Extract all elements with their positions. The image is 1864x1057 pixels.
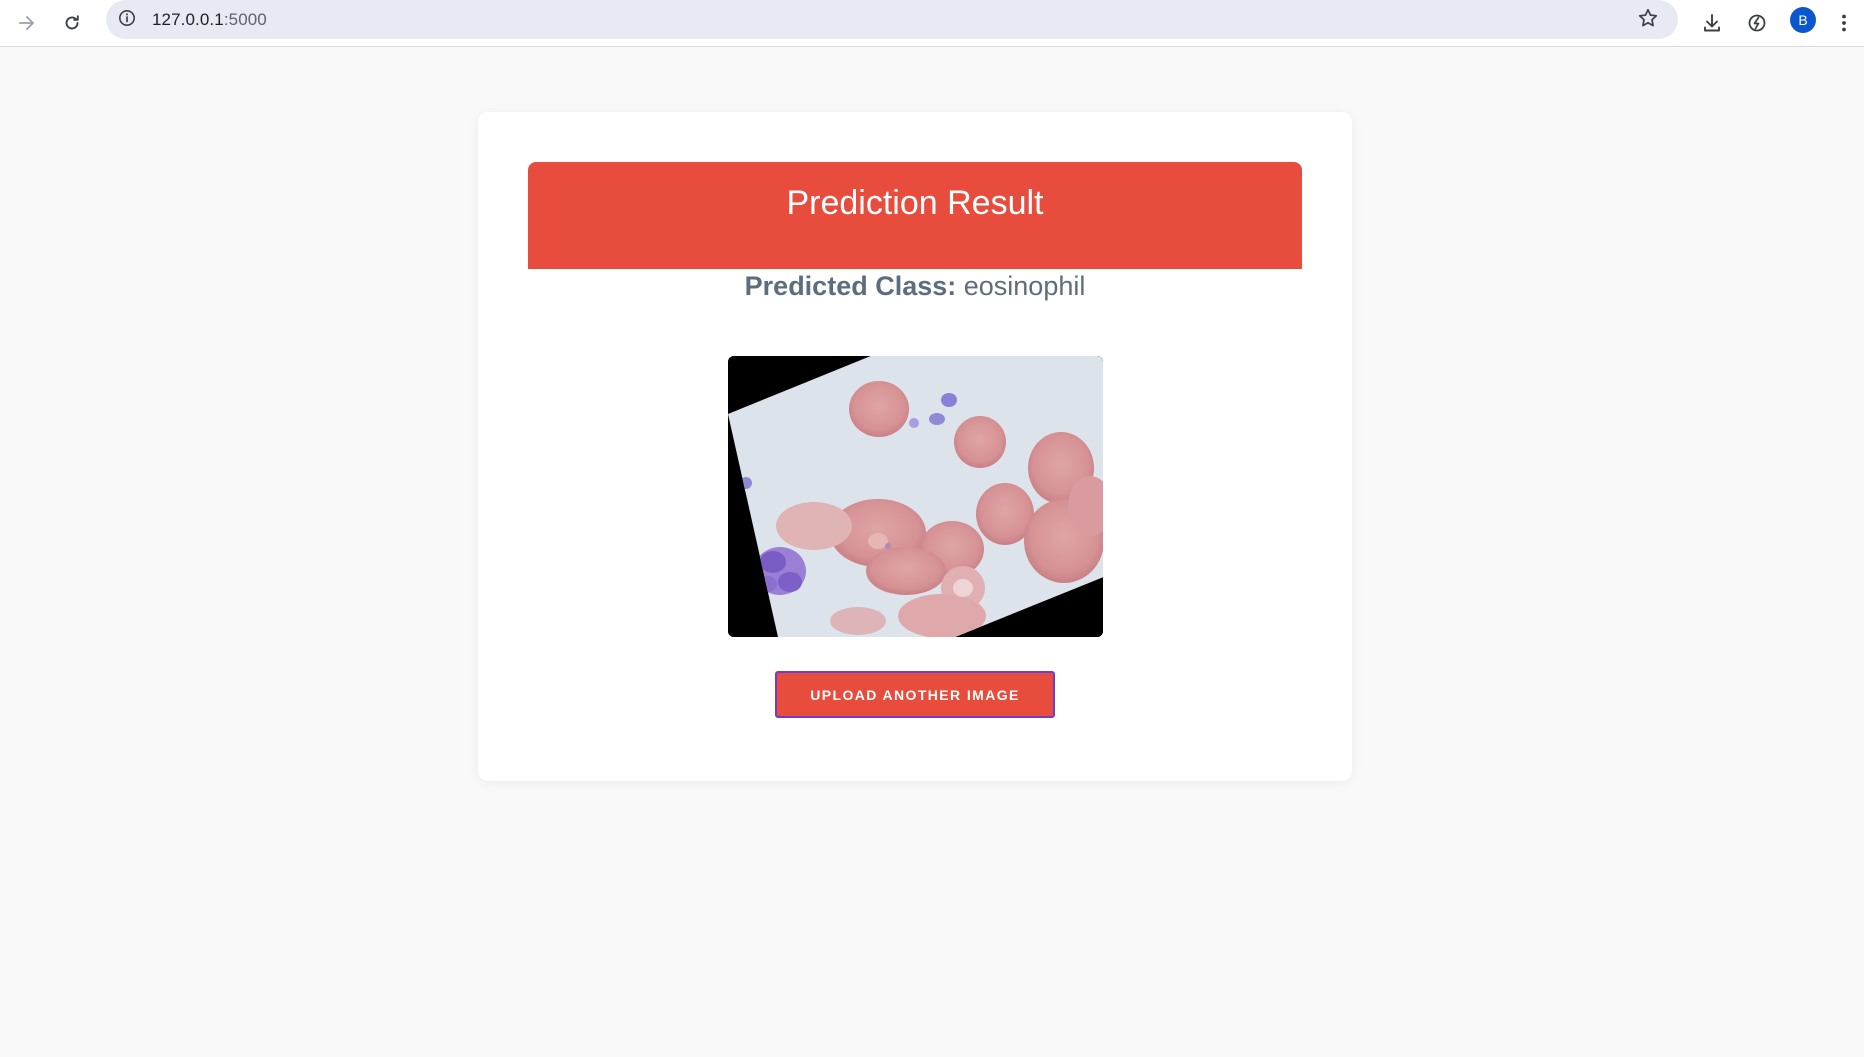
kebab-menu-icon <box>1841 13 1847 33</box>
address-bar[interactable]: 127.0.0.1:5000 <box>106 0 1678 39</box>
page-title: Prediction Result <box>786 184 1044 222</box>
browser-toolbar: 127.0.0.1:5000 B <box>0 0 1864 47</box>
upload-button-label: UPLOAD ANOTHER IMAGE <box>810 686 1020 703</box>
profile-initial: B <box>1798 12 1808 28</box>
download-icon <box>1701 12 1723 34</box>
forward-arrow-icon <box>17 13 37 33</box>
bookmark-button[interactable] <box>1634 6 1662 34</box>
profile-avatar[interactable]: B <box>1790 7 1816 33</box>
star-icon <box>1637 7 1659 34</box>
site-info-button[interactable] <box>114 7 140 33</box>
blood-smear-picture <box>728 356 1103 637</box>
predicted-class-value: eosinophil <box>956 271 1086 301</box>
upload-another-image-button[interactable]: UPLOAD ANOTHER IMAGE <box>775 671 1055 718</box>
result-header: Prediction Result <box>528 162 1302 269</box>
downloads-button[interactable] <box>1693 4 1731 42</box>
url-port: :5000 <box>223 10 267 29</box>
reload-icon <box>62 13 82 33</box>
reload-button[interactable] <box>53 4 91 42</box>
browser-menu-button[interactable] <box>1829 4 1859 42</box>
performance-icon <box>1746 12 1768 34</box>
url-host: 127.0.0.1 <box>152 10 224 29</box>
result-card: Prediction Result Predicted Class: eosin… <box>478 112 1352 781</box>
performance-button[interactable] <box>1738 4 1776 42</box>
predicted-class-label: Predicted Class: <box>744 271 957 301</box>
forward-button[interactable] <box>8 4 46 42</box>
url-text[interactable]: 127.0.0.1:5000 <box>152 10 267 30</box>
predicted-class: Predicted Class: eosinophil <box>478 271 1352 302</box>
info-icon <box>118 9 136 32</box>
uploaded-cell-image <box>728 356 1103 637</box>
